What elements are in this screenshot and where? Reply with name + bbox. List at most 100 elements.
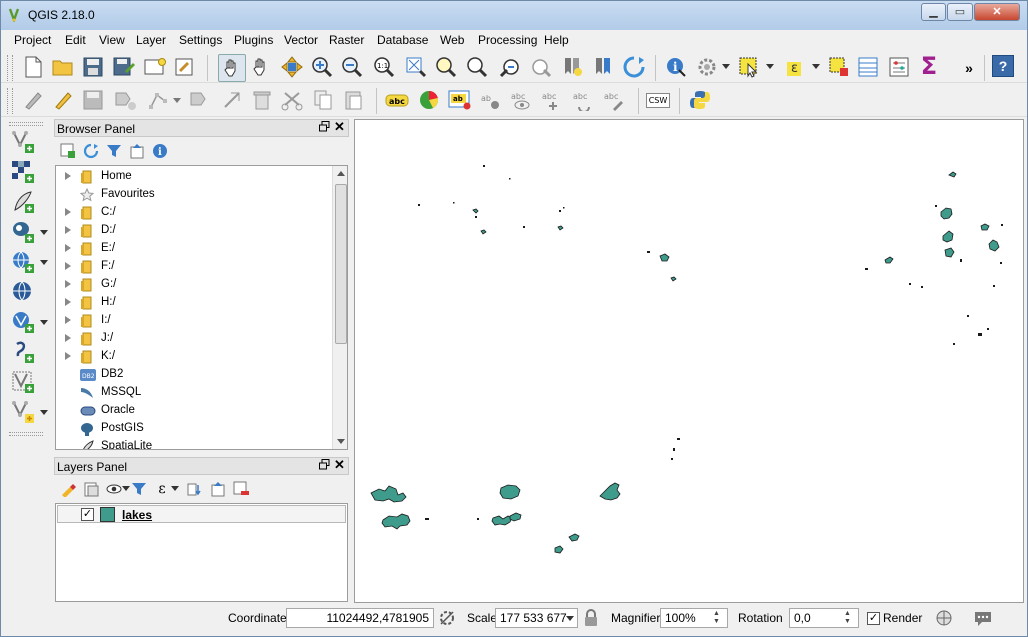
open-project-icon[interactable] bbox=[51, 55, 75, 79]
browser-item[interactable]: PostGIS bbox=[56, 420, 336, 438]
browser-item[interactable]: F:/ bbox=[56, 258, 336, 276]
browser-item[interactable]: Oracle bbox=[56, 402, 336, 420]
float-panel-icon[interactable] bbox=[319, 120, 330, 135]
zoom-in-icon[interactable] bbox=[310, 55, 334, 79]
pan-to-selection-icon[interactable] bbox=[249, 55, 273, 79]
menu-view[interactable]: View bbox=[99, 33, 125, 47]
expand-arrow-icon[interactable] bbox=[65, 244, 71, 252]
add-feature-icon[interactable] bbox=[113, 88, 137, 112]
select-features-icon[interactable] bbox=[737, 55, 761, 79]
menu-plugins[interactable]: Plugins bbox=[234, 33, 273, 47]
browser-item[interactable]: E:/ bbox=[56, 240, 336, 258]
render-checkbox[interactable]: ✓ bbox=[867, 612, 880, 625]
new-print-composer-icon[interactable] bbox=[143, 55, 167, 79]
crs-status-icon[interactable] bbox=[933, 607, 955, 629]
collapse-all-icon[interactable] bbox=[127, 141, 147, 161]
refresh-browser-icon[interactable] bbox=[81, 141, 101, 161]
select-by-expression-icon[interactable]: ε bbox=[783, 55, 807, 79]
browser-item[interactable]: Home bbox=[56, 168, 336, 186]
map-canvas[interactable] bbox=[354, 119, 1024, 603]
new-bookmark-icon[interactable] bbox=[561, 55, 585, 79]
show-bookmarks-icon[interactable] bbox=[591, 55, 615, 79]
browser-item[interactable]: H:/ bbox=[56, 294, 336, 312]
zoom-out-icon[interactable] bbox=[340, 55, 364, 79]
dropdown-arrow-icon[interactable] bbox=[39, 405, 49, 421]
dropdown-arrow-icon[interactable] bbox=[172, 93, 182, 109]
zoom-native-icon[interactable]: 1:1 bbox=[372, 55, 396, 79]
identify-features-icon[interactable]: i bbox=[664, 55, 688, 79]
close-panel-icon[interactable]: ✕ bbox=[334, 457, 345, 473]
dropdown-arrow-icon[interactable] bbox=[765, 59, 775, 75]
label-diagram-icon[interactable]: ab bbox=[448, 88, 472, 112]
expand-arrow-icon[interactable] bbox=[65, 280, 71, 288]
pan-arrows-icon[interactable] bbox=[280, 55, 304, 79]
help-icon[interactable]: ? bbox=[992, 55, 1014, 77]
attribute-table-icon[interactable] bbox=[856, 55, 880, 79]
dropdown-arrow-icon[interactable] bbox=[39, 225, 49, 241]
filter-browser-icon[interactable] bbox=[104, 141, 124, 161]
float-panel-icon[interactable] bbox=[319, 458, 330, 473]
menu-settings[interactable]: Settings bbox=[179, 33, 222, 47]
add-wms-layer-icon[interactable] bbox=[11, 250, 35, 274]
chevron-down-icon[interactable] bbox=[566, 616, 574, 621]
zoom-to-layer-icon[interactable] bbox=[465, 55, 489, 79]
zoom-last-icon[interactable] bbox=[498, 55, 522, 79]
style-manager-icon[interactable] bbox=[417, 88, 441, 112]
menu-layer[interactable]: Layer bbox=[136, 33, 166, 47]
composer-manager-icon[interactable] bbox=[173, 55, 197, 79]
expand-arrow-icon[interactable] bbox=[65, 334, 71, 342]
toggle-extents-icon[interactable] bbox=[437, 608, 457, 628]
browser-item[interactable]: SpatiaLite bbox=[56, 438, 336, 449]
expand-arrow-icon[interactable] bbox=[65, 352, 71, 360]
remove-layer-icon[interactable] bbox=[231, 479, 251, 499]
show-hide-labels-icon[interactable]: abc bbox=[510, 88, 534, 112]
expand-all-icon[interactable] bbox=[185, 479, 205, 499]
close-button[interactable]: ✕ bbox=[974, 3, 1020, 21]
delete-selected-icon[interactable] bbox=[250, 88, 274, 112]
move-feature-icon[interactable] bbox=[188, 88, 212, 112]
expand-arrow-icon[interactable] bbox=[65, 262, 71, 270]
browser-scrollbar[interactable] bbox=[332, 166, 347, 449]
new-project-icon[interactable] bbox=[21, 55, 45, 79]
zoom-to-selection-icon[interactable] bbox=[434, 55, 458, 79]
spinbox-arrows[interactable]: ▲ ▼ bbox=[844, 610, 856, 626]
toggle-editing-icon[interactable] bbox=[51, 88, 75, 112]
zoom-full-icon[interactable] bbox=[404, 55, 428, 79]
rotate-label-icon[interactable]: abc bbox=[572, 88, 596, 112]
menu-raster[interactable]: Raster bbox=[329, 33, 364, 47]
add-spatialite-layer-icon[interactable] bbox=[11, 190, 35, 214]
browser-item[interactable]: MSSQL bbox=[56, 384, 336, 402]
filter-legend-icon[interactable] bbox=[129, 479, 149, 499]
copy-features-icon[interactable] bbox=[311, 88, 335, 112]
zoom-next-icon[interactable] bbox=[529, 55, 553, 79]
maximize-button[interactable]: ▭ bbox=[947, 3, 973, 21]
dropdown-arrow-icon[interactable] bbox=[721, 59, 731, 75]
statistical-summary-icon[interactable]: Σ bbox=[917, 52, 941, 80]
menu-project[interactable]: Project bbox=[14, 33, 51, 47]
expand-arrow-icon[interactable] bbox=[65, 226, 71, 234]
rotation-spinbox[interactable]: 0,0 ▲ ▼ bbox=[789, 608, 859, 628]
browser-item[interactable]: G:/ bbox=[56, 276, 336, 294]
deselect-all-icon[interactable] bbox=[827, 55, 851, 79]
manage-visibility-icon[interactable] bbox=[104, 479, 124, 499]
menu-web[interactable]: Web bbox=[440, 33, 464, 47]
magnifier-spinbox[interactable]: 100% ▲ ▼ bbox=[660, 608, 728, 628]
lock-scale-icon[interactable] bbox=[582, 608, 600, 628]
dropdown-arrow-icon[interactable] bbox=[171, 483, 179, 495]
dropdown-arrow-icon[interactable] bbox=[811, 59, 821, 75]
toolbar-overflow-button[interactable]: » bbox=[961, 56, 977, 80]
spinbox-arrows[interactable]: ▲ ▼ bbox=[713, 610, 725, 626]
menu-edit[interactable]: Edit bbox=[65, 33, 86, 47]
scrollbar-thumb[interactable] bbox=[335, 184, 347, 344]
add-virtual-layer-icon[interactable] bbox=[11, 370, 35, 394]
toolbar-grip[interactable] bbox=[7, 88, 13, 114]
change-label-icon[interactable]: abc bbox=[603, 88, 627, 112]
coordinate-field[interactable]: 11024492,4781905 bbox=[286, 608, 434, 628]
layer-visibility-checkbox[interactable]: ✓ bbox=[81, 508, 94, 521]
properties-info-icon[interactable]: i bbox=[150, 141, 170, 161]
add-selected-layers-icon[interactable] bbox=[58, 141, 78, 161]
current-edits-icon[interactable] bbox=[21, 88, 45, 112]
scale-combobox[interactable]: 177 533 677 bbox=[495, 608, 578, 628]
expand-arrow-icon[interactable] bbox=[65, 208, 71, 216]
save-as-icon[interactable] bbox=[112, 55, 136, 79]
